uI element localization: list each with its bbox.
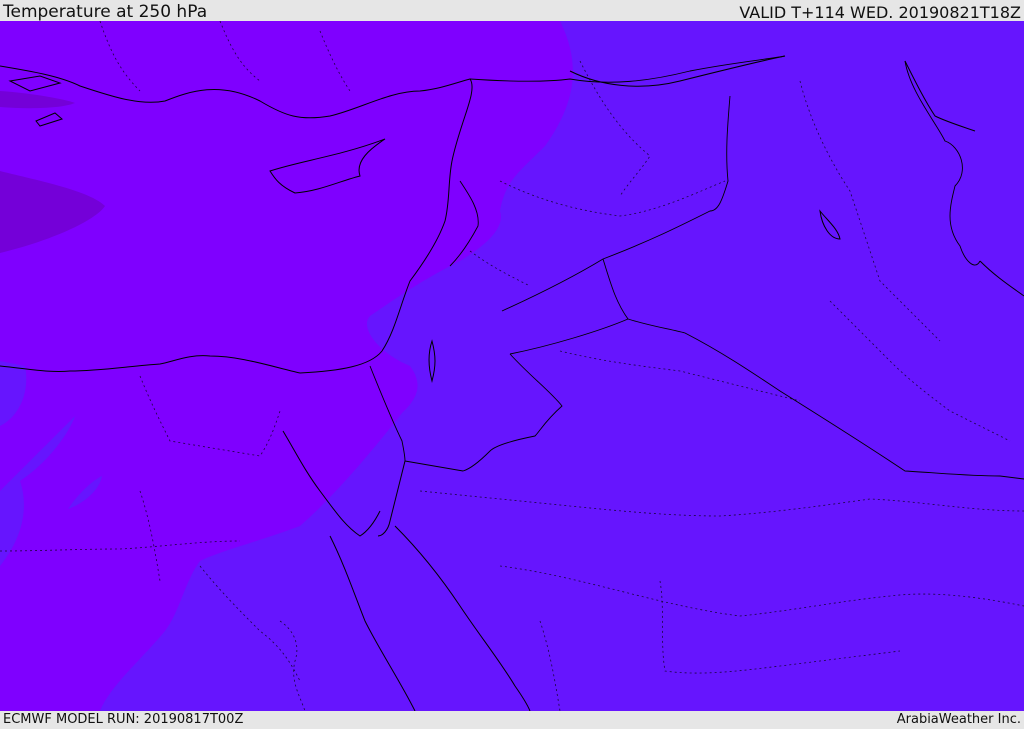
- map-page: Temperature at 250 hPa VALID T+114 WED. …: [0, 0, 1024, 729]
- temperature-map[interactable]: [0, 21, 1024, 711]
- credit: ArabiaWeather Inc.: [896, 712, 1021, 727]
- footer-bar: ECMWF MODEL RUN: 20190817T00Z ArabiaWeat…: [0, 711, 1024, 729]
- header-bar: Temperature at 250 hPa VALID T+114 WED. …: [0, 0, 1024, 21]
- valid-time: VALID T+114 WED. 20190821T18Z: [739, 3, 1021, 22]
- map-title: Temperature at 250 hPa: [3, 2, 208, 22]
- map-canvas: [0, 21, 1024, 711]
- model-run: ECMWF MODEL RUN: 20190817T00Z: [3, 712, 244, 727]
